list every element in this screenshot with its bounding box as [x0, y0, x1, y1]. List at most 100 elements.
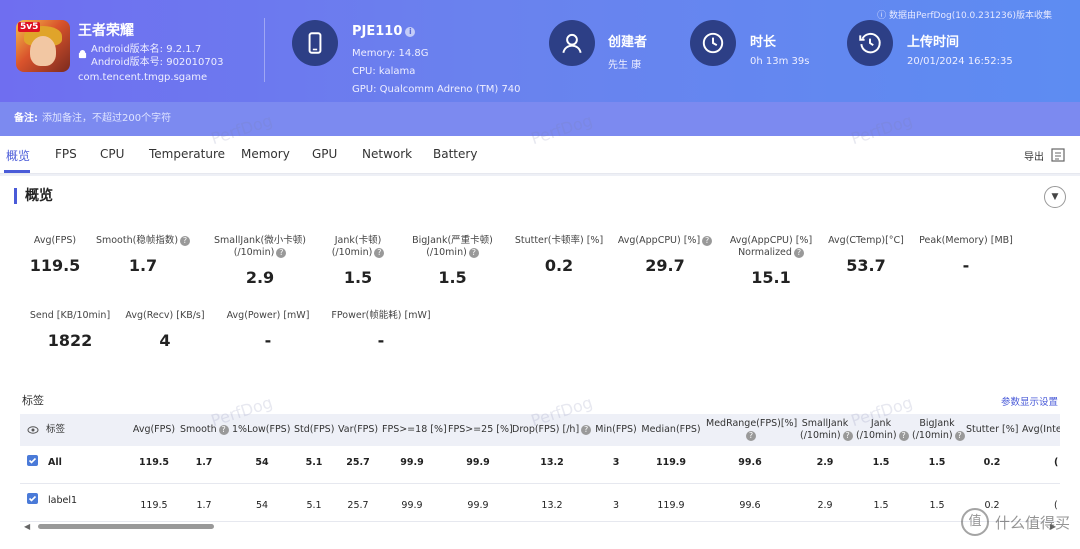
clock-icon: [690, 20, 736, 66]
user-icon: [549, 20, 595, 66]
tab-fps[interactable]: FPS: [55, 147, 77, 161]
tab-overview[interactable]: 概览: [6, 147, 30, 164]
metric-avg-appcpu: Avg(AppCPU) [%]? 29.7: [612, 235, 718, 275]
metric-value: -: [962, 256, 970, 275]
creator-title: 创建者: [608, 35, 648, 50]
device-gpu: GPU: Qualcomm Adreno (TM) 740: [352, 84, 521, 95]
metric-value: 2.9: [245, 268, 275, 287]
help-icon[interactable]: ?: [793, 247, 804, 258]
th-bigjank: BigJank (/10min)?: [912, 418, 965, 442]
info-circle-icon: ⓘ: [877, 11, 890, 21]
header-divider: [264, 18, 265, 82]
chevron-down-icon: ▼: [1051, 192, 1059, 202]
help-icon[interactable]: ?: [746, 430, 756, 441]
upload-value: 20/01/2024 16:52:35: [907, 56, 1013, 67]
metric-value: 1.7: [128, 256, 158, 275]
metric-value: 53.7: [846, 256, 886, 275]
note-bar[interactable]: 备注: 添加备注，不超过200个字符: [0, 102, 1080, 136]
app-icon-badge: 5v5: [18, 22, 41, 32]
metric-peak-memory: Peak(Memory) [MB] -: [914, 235, 1018, 275]
tab-temperature[interactable]: Temperature: [149, 147, 225, 161]
table-row[interactable]: All 119.5 1.7 54 5.1 25.7 99.9 99.9 13.2…: [20, 446, 1060, 484]
collapse-button[interactable]: ▼: [1044, 186, 1066, 208]
horizontal-scrollbar[interactable]: ◀ ▶: [20, 522, 1060, 531]
help-icon[interactable]: ?: [702, 235, 713, 246]
th-stutter: Stutter [%]: [966, 424, 1019, 435]
eye-icon[interactable]: [27, 424, 39, 436]
th-avg-inte: Avg(Inte: [1022, 424, 1060, 435]
site-logo-text: 什么值得买: [994, 513, 1070, 532]
metric-stutter: Stutter(卡顿率) [%] 0.2: [510, 235, 608, 275]
export-button[interactable]: 导出: [1024, 147, 1066, 163]
app-version: Android版本名: 9.2.1.7 Android版本号: 90201070…: [91, 43, 223, 69]
row-name: All: [48, 457, 62, 468]
help-icon[interactable]: ?: [374, 247, 385, 258]
help-icon[interactable]: ?: [276, 247, 287, 258]
report-header: 5v5 王者荣耀 Android版本名: 9.2.1.7 Android版本号:…: [0, 0, 1080, 102]
tab-gpu[interactable]: GPU: [312, 147, 337, 161]
note-label: 备注:: [14, 113, 38, 124]
metric-value: -: [377, 331, 385, 350]
active-tab-indicator: [4, 170, 30, 173]
metric-value: 29.7: [645, 256, 685, 275]
tab-memory[interactable]: Memory: [241, 147, 290, 161]
version-note-text: 数据由PerfDog(10.0.231236)版本收集: [889, 11, 1052, 21]
th-drop-fps: Drop(FPS) [/h]?: [512, 424, 592, 436]
row-checkbox[interactable]: [27, 493, 38, 504]
app-package: com.tencent.tmgp.sgame: [78, 72, 208, 83]
metric-value: 1.5: [343, 268, 373, 287]
th-fps18: FPS>=18 [%]: [382, 424, 447, 435]
scroll-left-icon[interactable]: ◀: [24, 522, 30, 531]
metric-value: 15.1: [751, 268, 791, 287]
device-model-label: PJE110: [352, 24, 403, 39]
tab-battery[interactable]: Battery: [433, 147, 477, 161]
note-input[interactable]: 添加备注，不超过200个字符: [42, 113, 171, 124]
upload-title: 上传时间: [907, 35, 960, 50]
metric-value: -: [264, 331, 272, 350]
th-var-fps: Var(FPS): [338, 424, 379, 435]
tab-cpu[interactable]: CPU: [100, 147, 124, 161]
row-name: label1: [48, 495, 78, 506]
metric-appcpu-normalized: Avg(AppCPU) [%] Normalized? 15.1: [722, 235, 820, 287]
app-name: 王者荣耀: [78, 23, 134, 39]
params-settings-link[interactable]: 参数显示设置: [1001, 394, 1058, 408]
metric-value: 0.2: [544, 256, 574, 275]
th-medrange: MedRange(FPS)[%]?: [706, 418, 798, 441]
overview-panel: 概览 ▼ Avg(FPS) 119.5 Smooth(稳帧指数)? 1.7 Sm…: [0, 176, 1080, 549]
th-median-fps: Median(FPS): [641, 424, 701, 435]
metric-avg-fps: Avg(FPS) 119.5: [22, 235, 88, 275]
metric-avg-ctemp: Avg(CTemp)[°C] 53.7: [825, 235, 907, 275]
device-cpu: CPU: kalama: [352, 66, 416, 77]
metric-value: 1822: [47, 331, 93, 350]
help-icon[interactable]: ?: [842, 430, 853, 441]
app-version-code: Android版本号: 902010703: [91, 57, 224, 68]
scroll-thumb[interactable]: [38, 524, 214, 529]
export-label: 导出: [1024, 151, 1044, 163]
row-checkbox[interactable]: [27, 455, 38, 466]
export-icon: [1051, 148, 1065, 162]
metric-smooth: Smooth(稳帧指数)? 1.7: [93, 235, 193, 275]
metric-value: 1.5: [438, 268, 467, 287]
tags-label: 标签: [22, 394, 44, 407]
help-icon[interactable]: ?: [468, 247, 479, 258]
help-icon[interactable]: ?: [218, 424, 229, 435]
metric-bigjank: BigJank(严重卡顿) (/10min)? 1.5: [400, 235, 505, 287]
help-icon[interactable]: ?: [898, 430, 909, 441]
help-icon[interactable]: ?: [954, 430, 965, 441]
app-icon: 5v5: [16, 20, 70, 72]
tab-network[interactable]: Network: [362, 147, 412, 161]
th-min-fps: Min(FPS): [595, 424, 637, 435]
android-icon: [78, 50, 87, 59]
tab-bar: 概览 FPS CPU Temperature Memory GPU Networ…: [0, 136, 1080, 174]
info-icon[interactable]: i: [405, 26, 416, 37]
table-row[interactable]: label1 119.5 1.7 54 5.1 25.7 99.9 99.9 1…: [20, 484, 1060, 522]
metric-avg-power: Avg(Power) [mW] -: [215, 310, 321, 350]
duration-value: 0h 13m 39s: [750, 56, 810, 67]
metric-fpower: FPower(帧能耗) [mW] -: [328, 310, 434, 350]
metric-jank: Jank(卡顿) (/10min)? 1.5: [318, 235, 398, 287]
site-logo: 值 什么值得买: [960, 508, 1070, 536]
device-memory: Memory: 14.8G: [352, 48, 429, 59]
tags-table: 标签 Avg(FPS) Smooth? 1%Low(FPS) Std(FPS) …: [20, 414, 1060, 524]
help-icon[interactable]: ?: [180, 235, 191, 246]
help-icon[interactable]: ?: [581, 424, 592, 435]
